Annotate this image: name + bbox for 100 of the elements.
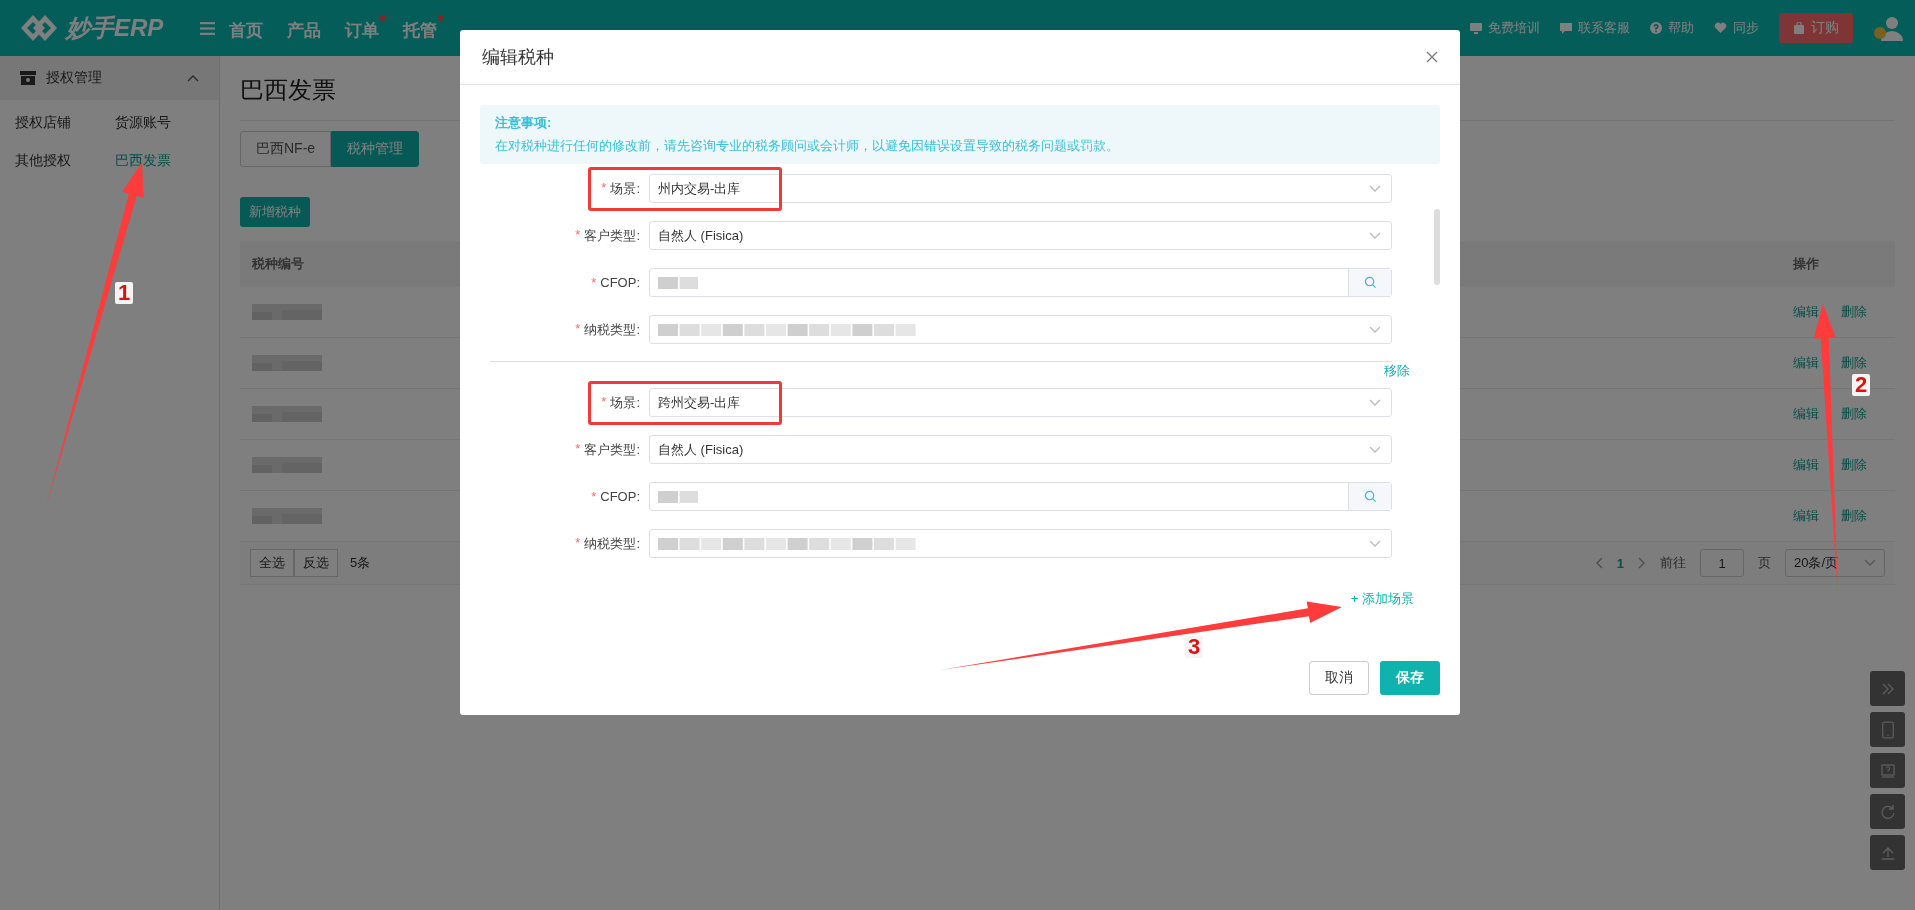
required-mark: * [575, 440, 581, 458]
nav-item[interactable]: 产品 [287, 14, 328, 42]
manual-icon[interactable] [1870, 753, 1905, 788]
required-mark: * [575, 534, 581, 552]
nav-item[interactable]: 订单 [345, 14, 386, 42]
field-label: 客户类型: [584, 440, 640, 459]
annotation-number: 2 [1852, 374, 1871, 396]
sidebar-item[interactable]: 其他授权 [15, 152, 115, 170]
redacted-block [252, 304, 322, 320]
sidebar-item[interactable]: 货源账号 [115, 114, 215, 132]
scrollbar[interactable] [1434, 209, 1440, 285]
required-mark: * [575, 320, 581, 338]
column-header: 税种编号 [252, 255, 304, 273]
next-page-icon[interactable] [1638, 557, 1646, 569]
field-label: 客户类型: [584, 226, 640, 245]
sidebar-section-header[interactable]: 授权管理 [0, 56, 219, 100]
top-link[interactable]: 免费培训 [1470, 19, 1540, 37]
monitor-icon [1470, 22, 1482, 34]
expand-icon[interactable] [1870, 671, 1905, 706]
avatar-icon[interactable] [1873, 15, 1903, 41]
select-field[interactable] [649, 529, 1392, 558]
chevron-icon [1864, 559, 1876, 567]
redacted-block [252, 406, 322, 422]
logo-icon [20, 13, 60, 43]
search-icon [1363, 276, 1377, 289]
select-field[interactable]: 自然人 (Fisica) [649, 435, 1392, 464]
redacted-block [252, 457, 322, 473]
required-mark: * [601, 393, 607, 411]
add-scene-link[interactable]: + 添加场景 [1350, 590, 1414, 608]
sidebar-item[interactable]: 授权店铺 [15, 114, 115, 132]
field-label: 纳税类型: [584, 320, 640, 339]
notice-text: 在对税种进行任何的修改前，请先咨询专业的税务顾问或会计师，以避免因错误设置导致的税务问题或罚款。 [495, 137, 1120, 155]
required-mark: * [591, 489, 597, 504]
select-field[interactable]: 自然人 (Fisica) [649, 221, 1392, 250]
required-mark: * [575, 226, 581, 244]
action-link[interactable]: 编辑 [1793, 405, 1819, 423]
nav-item[interactable]: 首页 [229, 14, 270, 42]
required-mark: * [591, 275, 597, 290]
chevron-icon [1369, 445, 1381, 454]
chevron-icon [1369, 539, 1381, 548]
page-label: 页 [1758, 554, 1771, 572]
order-button[interactable]: 订购 [1779, 13, 1853, 43]
action-link[interactable]: 编辑 [1793, 507, 1819, 525]
action-link[interactable]: 删除 [1841, 303, 1867, 321]
help-icon [1650, 22, 1662, 34]
tab[interactable]: 巴西NF-e [240, 131, 332, 167]
action-link[interactable]: 编辑 [1793, 456, 1819, 474]
top-link[interactable]: 联系客服 [1560, 19, 1630, 37]
remove-link[interactable]: 移除 [1384, 362, 1410, 380]
field-label: CFOP: [600, 489, 640, 504]
save-button[interactable]: 保存 [1380, 661, 1440, 695]
cancel-button[interactable]: 取消 [1309, 661, 1369, 695]
field-label: 场景: [610, 393, 640, 412]
previous-page-icon[interactable] [1594, 557, 1603, 569]
row-count: 5条 [350, 554, 371, 572]
action-link[interactable]: 删除 [1841, 405, 1867, 423]
logo-text: 妙手ERP [66, 13, 164, 43]
redacted-block [252, 508, 322, 524]
page-input[interactable]: 1 [1700, 549, 1744, 577]
menu-icon[interactable] [200, 21, 215, 35]
redacted-block [252, 355, 322, 371]
action-link[interactable]: 编辑 [1793, 354, 1819, 372]
sidebar-item[interactable]: 巴西发票 [115, 152, 215, 170]
store-icon [20, 71, 36, 85]
annotation-number: 3 [1185, 636, 1204, 658]
redacted-block [658, 274, 698, 291]
action-link[interactable]: 删除 [1841, 354, 1867, 372]
top-link[interactable]: 同步 [1714, 19, 1759, 37]
column-header: 操作 [1793, 255, 1820, 273]
bag-icon [1793, 22, 1805, 34]
action-link[interactable]: 删除 [1841, 507, 1867, 525]
invert-selection-button[interactable]: 反选 [294, 549, 338, 577]
page-number[interactable]: 1 [1616, 555, 1624, 571]
search-button[interactable] [1348, 483, 1391, 510]
refresh-icon[interactable] [1870, 794, 1905, 829]
add-tax-button[interactable]: 新增税种 [240, 197, 310, 227]
field-label: 纳税类型: [584, 534, 640, 553]
select-all-button[interactable]: 全选 [250, 549, 294, 577]
select-field[interactable]: 州内交易-出库 [649, 174, 1392, 203]
search-icon [1363, 490, 1377, 503]
action-link[interactable]: 编辑 [1793, 303, 1819, 321]
select-field[interactable]: 跨州交易-出库 [649, 388, 1392, 417]
required-mark: * [601, 179, 607, 197]
search-button[interactable] [1348, 269, 1391, 296]
close-icon[interactable] [1426, 51, 1438, 63]
phone-icon[interactable] [1870, 712, 1905, 747]
field-label: CFOP: [600, 275, 640, 290]
tab[interactable]: 税种管理 [331, 131, 420, 167]
top-link[interactable]: 帮助 [1650, 19, 1694, 37]
heart-icon [1714, 22, 1727, 34]
redacted-block [658, 488, 698, 505]
annotation-number: 1 [115, 282, 134, 304]
chevron-icon [1369, 231, 1381, 240]
search-field[interactable] [649, 268, 1392, 297]
select-field[interactable] [649, 315, 1392, 344]
search-field[interactable] [649, 482, 1392, 511]
back-to-top-icon[interactable] [1870, 835, 1905, 870]
nav-item[interactable]: 托管 [403, 14, 444, 42]
chevron-icon [1369, 398, 1381, 407]
action-link[interactable]: 删除 [1841, 456, 1867, 474]
